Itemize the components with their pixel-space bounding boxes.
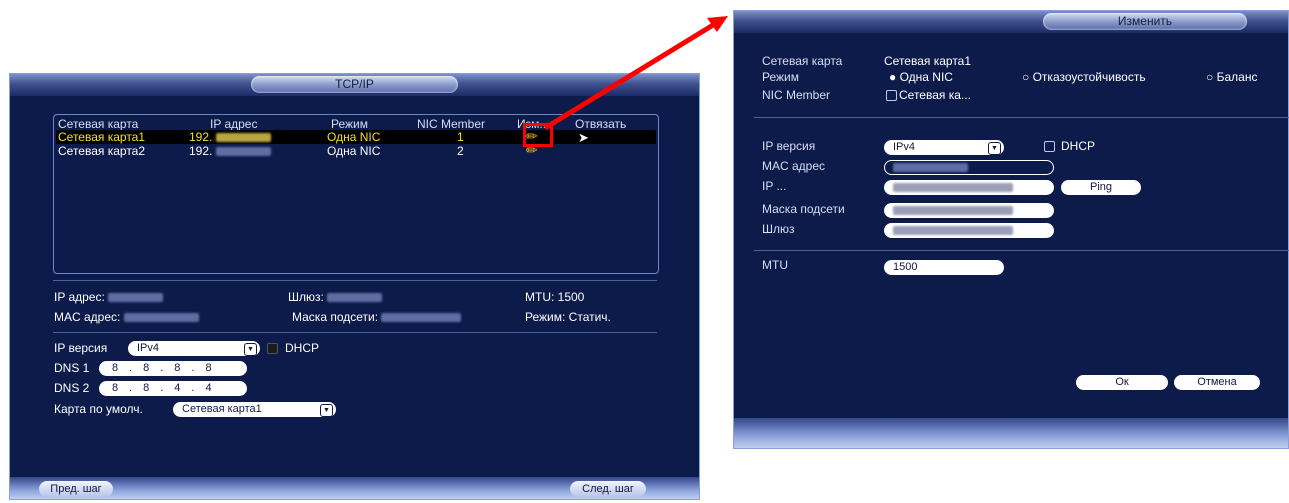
subnet-mask-input[interactable] bbox=[884, 203, 1054, 218]
ip-label: IP ... bbox=[762, 179, 787, 193]
chevron-down-icon: ▼ bbox=[988, 142, 1001, 155]
mode-option-single[interactable]: ● Одна NIC bbox=[889, 70, 953, 84]
dialog-title-bar: Изменить bbox=[734, 11, 1288, 33]
dhcp-checkbox[interactable] bbox=[1044, 141, 1055, 152]
mode-option-failover[interactable]: ○ Отказоустойчивость bbox=[1022, 70, 1146, 84]
card-label: Сетевая карта bbox=[762, 54, 843, 68]
mtu-label: MTU bbox=[762, 258, 788, 272]
divider bbox=[754, 250, 1289, 251]
ping-button[interactable]: Ping bbox=[1061, 180, 1141, 195]
ip-version-select[interactable]: IPv4 ▼ bbox=[884, 140, 1004, 155]
ok-button[interactable]: Ок bbox=[1076, 375, 1168, 390]
gateway-input[interactable] bbox=[884, 223, 1054, 238]
mac-field bbox=[884, 160, 1054, 175]
subnet-mask-label: Маска подсети bbox=[762, 202, 845, 216]
cancel-button[interactable]: Отмена bbox=[1174, 375, 1260, 390]
mode-label: Режим bbox=[762, 70, 799, 84]
dialog-bottom-bar bbox=[734, 418, 1288, 448]
mac-label: MAC адрес bbox=[762, 159, 826, 173]
mode-option-balance[interactable]: ○ Баланс bbox=[1206, 70, 1257, 84]
ip-input[interactable] bbox=[884, 180, 1054, 195]
dhcp-label: DHCP bbox=[1061, 139, 1096, 153]
modify-dialog: Изменить Сетевая карта Сетевая карта1 Ре… bbox=[733, 10, 1289, 449]
ip-version-label: IP версия bbox=[762, 139, 816, 153]
nic-member-value: Сетевая ка... bbox=[899, 88, 971, 102]
divider bbox=[754, 117, 1289, 118]
gateway-label: Шлюз bbox=[762, 222, 795, 236]
nic-member-checkbox[interactable] bbox=[886, 90, 897, 101]
mtu-input[interactable]: 1500 bbox=[884, 260, 1004, 275]
nic-member-label: NIC Member bbox=[762, 88, 831, 102]
card-value: Сетевая карта1 bbox=[884, 54, 972, 68]
dialog-title: Изменить bbox=[1043, 13, 1247, 30]
